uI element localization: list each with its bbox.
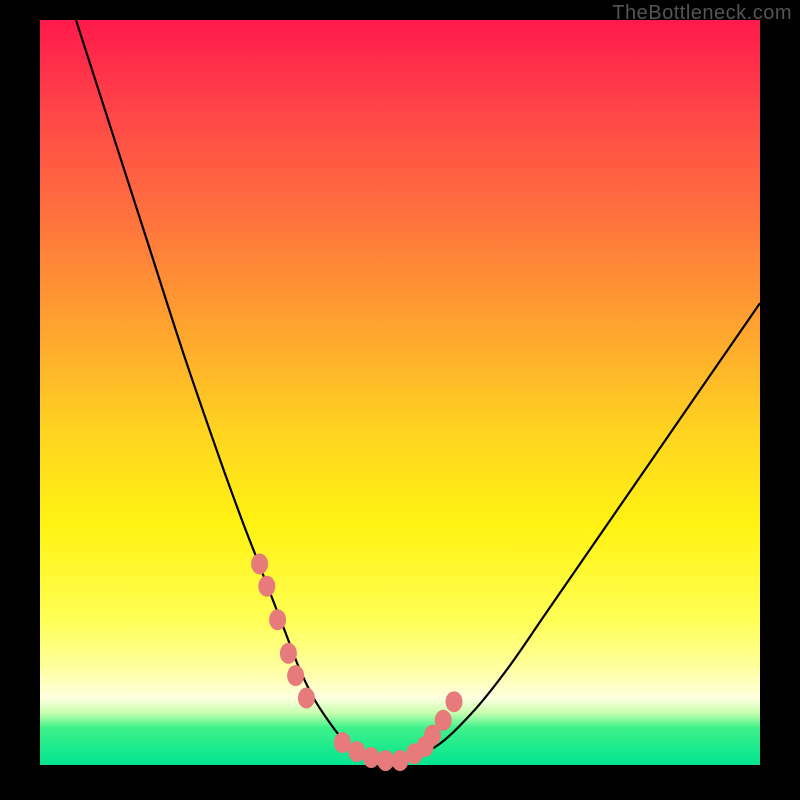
- plot-area: [40, 20, 760, 765]
- marker-point: [251, 553, 268, 574]
- marker-point: [363, 747, 380, 768]
- marker-point: [258, 576, 275, 597]
- marker-point: [280, 643, 297, 664]
- curve-svg: [40, 20, 760, 765]
- marker-point: [334, 732, 351, 753]
- marker-point: [446, 691, 463, 712]
- marker-group: [251, 553, 462, 771]
- chart-stage: TheBottleneck.com: [0, 0, 800, 800]
- watermark-text: TheBottleneck.com: [612, 2, 792, 25]
- bottleneck-curve: [76, 20, 760, 762]
- marker-point: [287, 665, 304, 686]
- marker-point: [435, 710, 452, 731]
- marker-point: [298, 688, 315, 709]
- marker-point: [269, 609, 286, 630]
- marker-point: [348, 741, 365, 762]
